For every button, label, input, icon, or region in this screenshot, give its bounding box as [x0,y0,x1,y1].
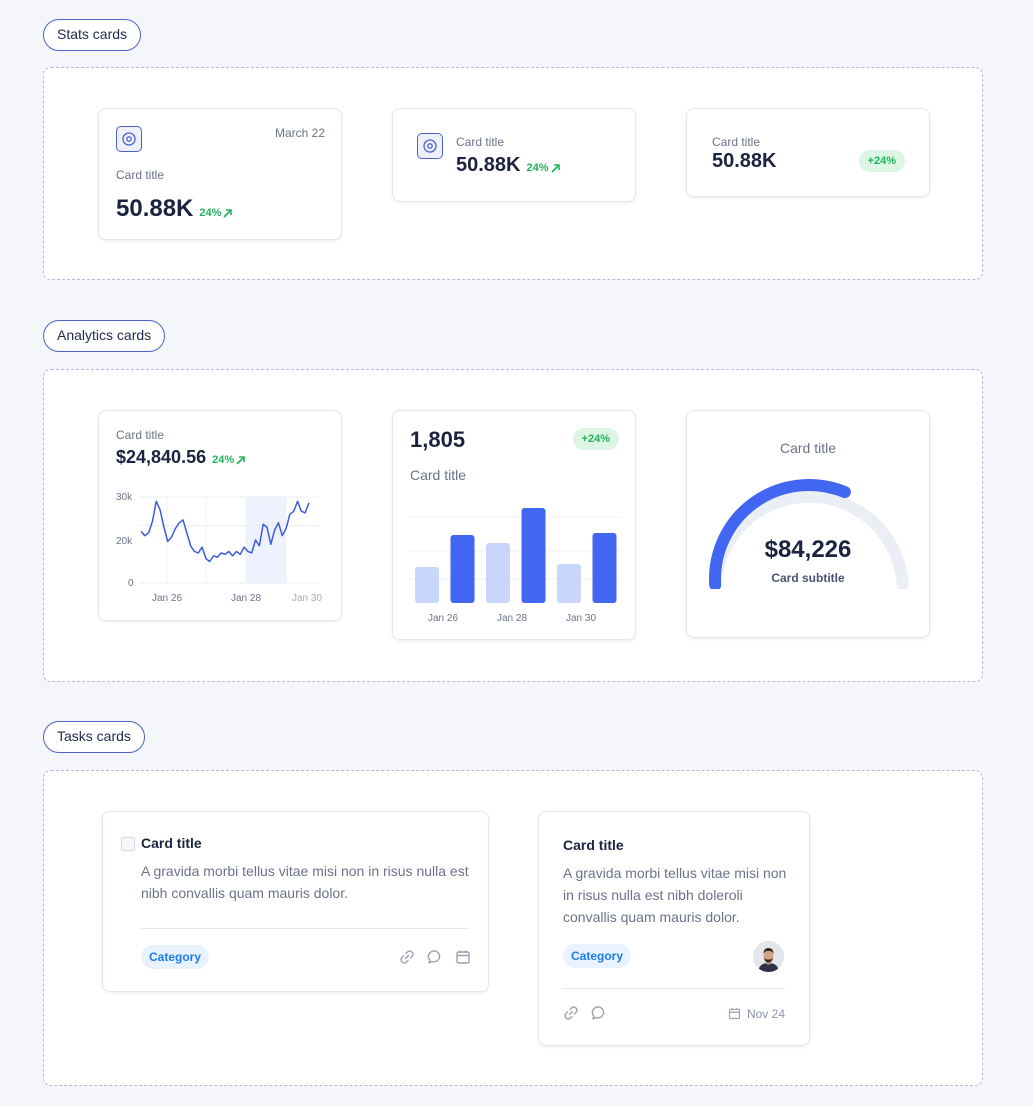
task-due-date: Nov 24 [727,1006,785,1021]
comment-icon[interactable] [590,1004,608,1027]
bar [592,533,617,603]
task-divider [141,928,470,929]
bar-card-title: Card title [410,467,467,483]
line-value: $24,840.56 [116,447,207,467]
stat-value-row: 50.88K 24% [456,154,561,177]
line-chart [139,496,319,584]
x-tick-label: Jan 30 [566,613,597,624]
stat-card-1[interactable]: March 22 Card title 50.88K 24% [98,108,342,240]
x-tick-label: Jan 26 [428,613,459,624]
bar-chart-card[interactable]: 1,805 +24% Card title Jan 26 Jan 28 Jan … [392,410,636,640]
bar [486,543,510,603]
stat-card-title: Card title [116,168,165,182]
task-title: Card title [563,837,624,853]
bar-card-badge: +24% [572,428,619,450]
y-tick-label: 30k [116,492,133,503]
arrow-up-right-icon [236,455,245,465]
stat-date: March 22 [274,126,325,140]
section-label-stats: Stats cards [43,19,142,51]
line-card-title: Card title [116,428,165,442]
calendar-icon[interactable] [454,948,472,971]
stat-card-title: Card title [712,135,761,149]
stats-section: March 22 Card title 50.88K 24% Card titl… [43,67,983,280]
y-tick-label: 20k [116,536,133,547]
task-checkbox[interactable] [121,837,135,851]
bar [415,567,439,603]
stat-trend-value: 24% [526,162,549,174]
task-date-label: Nov 24 [746,1006,785,1021]
stat-value: 50.88K [116,195,194,222]
calendar-icon [728,1008,741,1020]
stat-card-3[interactable]: Card title 50.88K +24% [686,108,930,197]
stat-trend-value: 24% [199,207,222,219]
arrow-up-right-icon [550,163,560,173]
stat-trend: 24% [199,207,233,219]
line-value-row: $24,840.56 24% [116,447,246,468]
section-label-tasks: Tasks cards [43,721,145,753]
gauge-value: $84,226 [764,536,852,563]
x-tick-label: Jan 26 [152,593,183,604]
bar [450,535,475,603]
category-tag[interactable]: Category [563,944,632,968]
line-trend: 24% [212,454,246,466]
line-trend-value: 24% [212,454,235,466]
x-tick-label: Jan 28 [231,593,262,604]
x-tick-label: Jan 28 [497,613,528,624]
gauge-card[interactable]: Card title $84,226 Card subtitle [686,410,930,638]
x-tick-label: Jan 30 [292,593,322,604]
bar-card-value: 1,805 [410,427,466,452]
section-label-analytics: Analytics cards [43,320,166,352]
stat-badge: +24% [858,150,905,172]
gauge-subtitle: Card subtitle [771,571,845,585]
target-icon [417,133,443,159]
stat-value-row: 50.88K 24% [116,195,233,223]
task-title: Card title [141,835,202,851]
line-chart-card[interactable]: Card title $24,840.56 24% 30k 20k 0 Jan … [98,410,342,621]
target-icon [116,126,142,152]
task-card-2[interactable]: Card title A gravida morbi tellus vitae … [538,811,810,1046]
stat-card-2[interactable]: Card title 50.88K 24% [392,108,636,202]
task-description: A gravida morbi tellus vitae misi non in… [563,865,787,925]
category-tag[interactable]: Category [141,945,210,969]
task-description: A gravida morbi tellus vitae misi non in… [141,863,469,901]
gauge-card-title: Card title [779,440,837,456]
y-tick-label: 0 [128,578,134,589]
stat-card-title: Card title [456,135,505,149]
arrow-up-right-icon [223,208,233,218]
link-icon[interactable] [398,948,416,971]
highlight-band [246,497,286,583]
bar [521,508,546,603]
bar [557,564,581,603]
stat-value: 50.88K [712,150,777,172]
task-card-1[interactable]: Card title A gravida morbi tellus vitae … [102,811,489,992]
avatar[interactable] [753,941,784,972]
analytics-section: Card title $24,840.56 24% 30k 20k 0 Jan … [43,369,983,682]
link-icon[interactable] [562,1004,580,1027]
bar-chart [409,508,621,603]
stat-value: 50.88K [456,154,521,176]
comment-icon[interactable] [426,948,444,971]
stat-trend: 24% [527,162,561,174]
tasks-section: Card title A gravida morbi tellus vitae … [43,770,983,1086]
task-divider [563,988,785,989]
